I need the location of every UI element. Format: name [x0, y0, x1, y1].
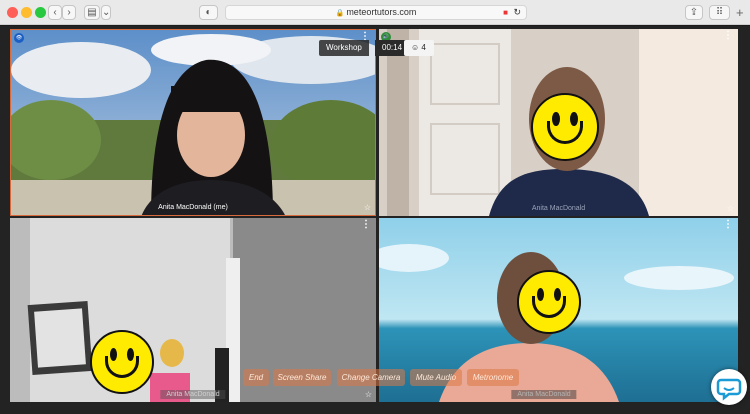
video-tile-participant-2[interactable]: 🔊 ⋮ Anita MacDonald ☆ [379, 29, 738, 216]
video-tile-self[interactable]: 👁 ⋮ Anita MacDonald (me) ☆ [10, 29, 376, 216]
tile-menu-icon[interactable]: ⋮ [723, 220, 733, 230]
change-camera-button[interactable]: Change Camera [337, 369, 405, 386]
participant-name: Anita MacDonald [160, 390, 226, 399]
pin-star-icon[interactable]: ☆ [727, 204, 734, 213]
participants-counter[interactable]: ☺ 4 [404, 40, 434, 56]
pin-star-icon[interactable]: ☆ [365, 390, 372, 399]
minimize-window-button[interactable] [21, 7, 32, 18]
participant-name: Anita MacDonald (me) [158, 204, 228, 211]
chat-support-button[interactable] [711, 369, 747, 405]
smiley-face-icon [531, 93, 599, 161]
reload-icon[interactable]: ↻ [513, 6, 521, 19]
session-title: Workshop [319, 40, 369, 56]
smiley-face-icon [517, 270, 581, 334]
chat-bubble-icon [716, 378, 742, 401]
close-window-button[interactable] [7, 7, 18, 18]
smiley-face-icon [90, 330, 154, 394]
share-icon[interactable]: ⇪ [685, 5, 703, 20]
lock-icon: 🔒 [335, 10, 347, 17]
forward-arrow-icon[interactable]: › [62, 5, 76, 20]
chevron-down-icon[interactable]: ⌄ [101, 5, 111, 20]
self-video-feed [11, 30, 375, 215]
camera-recording-icon[interactable]: ■ [503, 6, 508, 19]
people-icon: ☺ [411, 43, 420, 52]
end-button[interactable]: End [243, 369, 269, 386]
participant-name: Anita MacDonald [511, 390, 577, 399]
pin-star-icon[interactable]: ☆ [364, 203, 371, 212]
mute-audio-button[interactable]: Mute Audio [410, 369, 462, 386]
new-tab-icon[interactable]: + [736, 5, 744, 20]
metronome-button[interactable]: Metronome [467, 369, 519, 386]
participants-count: 4 [421, 43, 426, 52]
url-text: meteortutors.com [346, 7, 417, 17]
tile-menu-icon[interactable]: ⋮ [723, 31, 733, 41]
privacy-shield-icon[interactable]: ◐ [199, 5, 218, 20]
video-grid: 👁 ⋮ Anita MacDonald (me) ☆ 🔊 ⋮ Anita Mac… [0, 26, 750, 414]
maximize-window-button[interactable] [35, 7, 46, 18]
screen-share-button[interactable]: Screen Share [273, 369, 331, 386]
sidebar-icon[interactable]: ▤ [84, 5, 100, 20]
tab-grid-icon[interactable]: ⠿ [709, 5, 730, 20]
back-arrow-icon[interactable]: ‹ [48, 5, 62, 20]
tile-status-badge: 👁 [14, 33, 24, 43]
tile-menu-icon[interactable]: ⋮ [361, 220, 371, 230]
address-bar[interactable]: 🔒 meteortutors.com ■ ↻ [225, 5, 527, 20]
participant-name: Anita MacDonald [531, 205, 586, 212]
browser-toolbar: ‹ › ▤ ⌄ ◐ 🔒 meteortutors.com ■ ↻ ⇪ ⠿ + [0, 0, 750, 25]
